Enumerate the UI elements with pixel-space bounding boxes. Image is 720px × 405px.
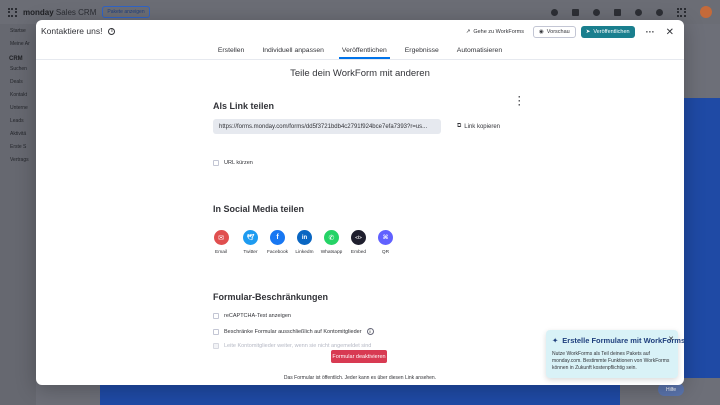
sparkle-icon: ✦ — [552, 336, 559, 345]
tab-create[interactable]: Erstellen — [209, 41, 253, 59]
copy-link-button[interactable]: ⧉ Link kopieren — [457, 123, 500, 130]
more-options-icon[interactable]: ··· — [640, 27, 661, 37]
go-to-workforms-link[interactable]: ↗ Gehe zu WorkForms — [466, 29, 528, 35]
help-icon[interactable] — [656, 8, 663, 16]
copy-icon: ⧉ — [457, 123, 462, 129]
social-share-title: In Social Media teilen — [213, 204, 305, 214]
redirect-members-option: Leite Kontomitglieder weiter, wenn sie n… — [213, 343, 371, 349]
tab-publish[interactable]: Veröffentlichen — [333, 41, 396, 59]
modal-actions: ↗ Gehe zu WorkForms ◉ Vorschau ➤ Veröffe… — [466, 26, 674, 38]
modal-title[interactable]: Kontaktiere uns! — [41, 26, 102, 36]
search-icon[interactable] — [635, 8, 642, 16]
share-link-menu-icon[interactable]: · · · — [518, 93, 521, 110]
workforms-promo: ✦ Erstelle Formulare mit WorkForms ✕ Nut… — [546, 330, 686, 378]
sidebar-item-home[interactable]: Startse — [0, 24, 36, 37]
external-link-icon: ↗ — [465, 29, 471, 35]
info-icon[interactable]: i — [108, 27, 116, 35]
tab-customize[interactable]: Individuell anpassen — [253, 41, 333, 59]
social-share-list: ✉ Email 🕊 Twitter f Facebook in LinkedIn… — [213, 230, 399, 255]
app-sidebar: Startse Meine Ar CRM Suchen Deals Kontak… — [0, 24, 36, 405]
members-only-checkbox[interactable] — [213, 328, 219, 335]
invite-icon[interactable] — [593, 8, 600, 16]
close-icon[interactable]: ✕ — [666, 27, 674, 38]
whatsapp-icon: ✆ — [324, 230, 339, 245]
sidebar-item-contacts[interactable]: Kontakt — [0, 88, 36, 101]
share-twitter[interactable]: 🕊 Twitter — [237, 230, 264, 255]
embed-icon: </> — [351, 230, 366, 245]
share-link-title: Als Link teilen — [213, 101, 275, 111]
eye-icon: ◉ — [538, 29, 544, 35]
sidebar-item-contracts[interactable]: Vertrags — [0, 153, 36, 166]
members-only-option[interactable]: Beschränke Formular ausschließlich auf K… — [213, 328, 374, 335]
modal-title-row: Kontaktiere uns! i — [41, 26, 116, 36]
promo-title-row: ✦ Erstelle Formulare mit WorkForms — [552, 336, 686, 345]
sidebar-item-activities[interactable]: Aktivitä — [0, 127, 36, 140]
recaptcha-option[interactable]: reCAPTCHA-Test anzeigen — [213, 313, 291, 319]
promo-close-icon[interactable]: ✕ — [668, 335, 674, 343]
promo-text: Nutze WorkForms als Teil deines Pakets a… — [552, 351, 670, 371]
products-switcher-icon[interactable] — [677, 7, 686, 17]
sidebar-item-leads[interactable]: Leads — [0, 114, 36, 127]
sidebar-item-deals[interactable]: Deals — [0, 75, 36, 88]
app-grid-icon[interactable] — [8, 7, 17, 17]
share-qr[interactable]: ⌘ QR — [372, 230, 399, 255]
linkedin-icon: in — [297, 230, 312, 245]
sidebar-item-companies[interactable]: Unterne — [0, 101, 36, 114]
apps-icon[interactable] — [614, 8, 621, 16]
send-icon: ➤ — [585, 29, 591, 35]
modal-tabs: Erstellen Individuell anpassen Veröffent… — [36, 41, 684, 59]
board-background-right — [684, 98, 720, 378]
tab-results[interactable]: Ergebnisse — [396, 41, 448, 59]
info-icon[interactable]: i — [366, 328, 374, 335]
modal-header: Kontaktiere uns! i ↗ Gehe zu WorkForms ◉… — [36, 20, 684, 60]
form-url-field[interactable]: https://forms.monday.com/forms/dd5f3721b… — [213, 119, 441, 134]
email-icon: ✉ — [213, 230, 229, 245]
inbox-icon[interactable] — [572, 8, 579, 16]
qr-icon: ⌘ — [378, 230, 393, 245]
redirect-members-checkbox — [213, 343, 219, 349]
tab-automate[interactable]: Automatisieren — [448, 41, 511, 59]
notifications-icon[interactable] — [551, 8, 558, 16]
sidebar-item-my-work[interactable]: Meine Ar — [0, 37, 36, 50]
publish-button[interactable]: ➤ Veröffentlichen — [580, 26, 635, 38]
page-heading: Teile dein WorkForm mit anderen — [290, 68, 430, 79]
sidebar-item-getting-started[interactable]: Erste S — [0, 140, 36, 153]
app-logo: monday Sales CRM — [23, 7, 97, 17]
share-email[interactable]: ✉ Email — [213, 230, 229, 255]
preview-button[interactable]: ◉ Vorschau — [532, 26, 576, 38]
upgrade-button[interactable]: Pakete anzeigen — [102, 6, 150, 18]
share-embed[interactable]: </> Embed — [345, 230, 372, 255]
shorten-url-option[interactable]: URL kürzen — [213, 160, 253, 166]
deactivate-form-button[interactable]: Formular deaktivieren — [331, 350, 387, 363]
facebook-icon: f — [270, 230, 285, 245]
shorten-url-checkbox[interactable] — [213, 160, 219, 166]
twitter-icon: 🕊 — [243, 230, 258, 245]
share-facebook[interactable]: f Facebook — [264, 230, 291, 255]
restrictions-title: Formular-Beschränkungen — [213, 292, 329, 302]
share-linkedin[interactable]: in LinkedIn — [291, 230, 318, 255]
share-whatsapp[interactable]: ✆ Whatsapp — [318, 230, 345, 255]
sidebar-search[interactable]: Suchen — [0, 62, 36, 75]
recaptcha-checkbox[interactable] — [213, 313, 219, 319]
avatar[interactable] — [700, 6, 712, 18]
